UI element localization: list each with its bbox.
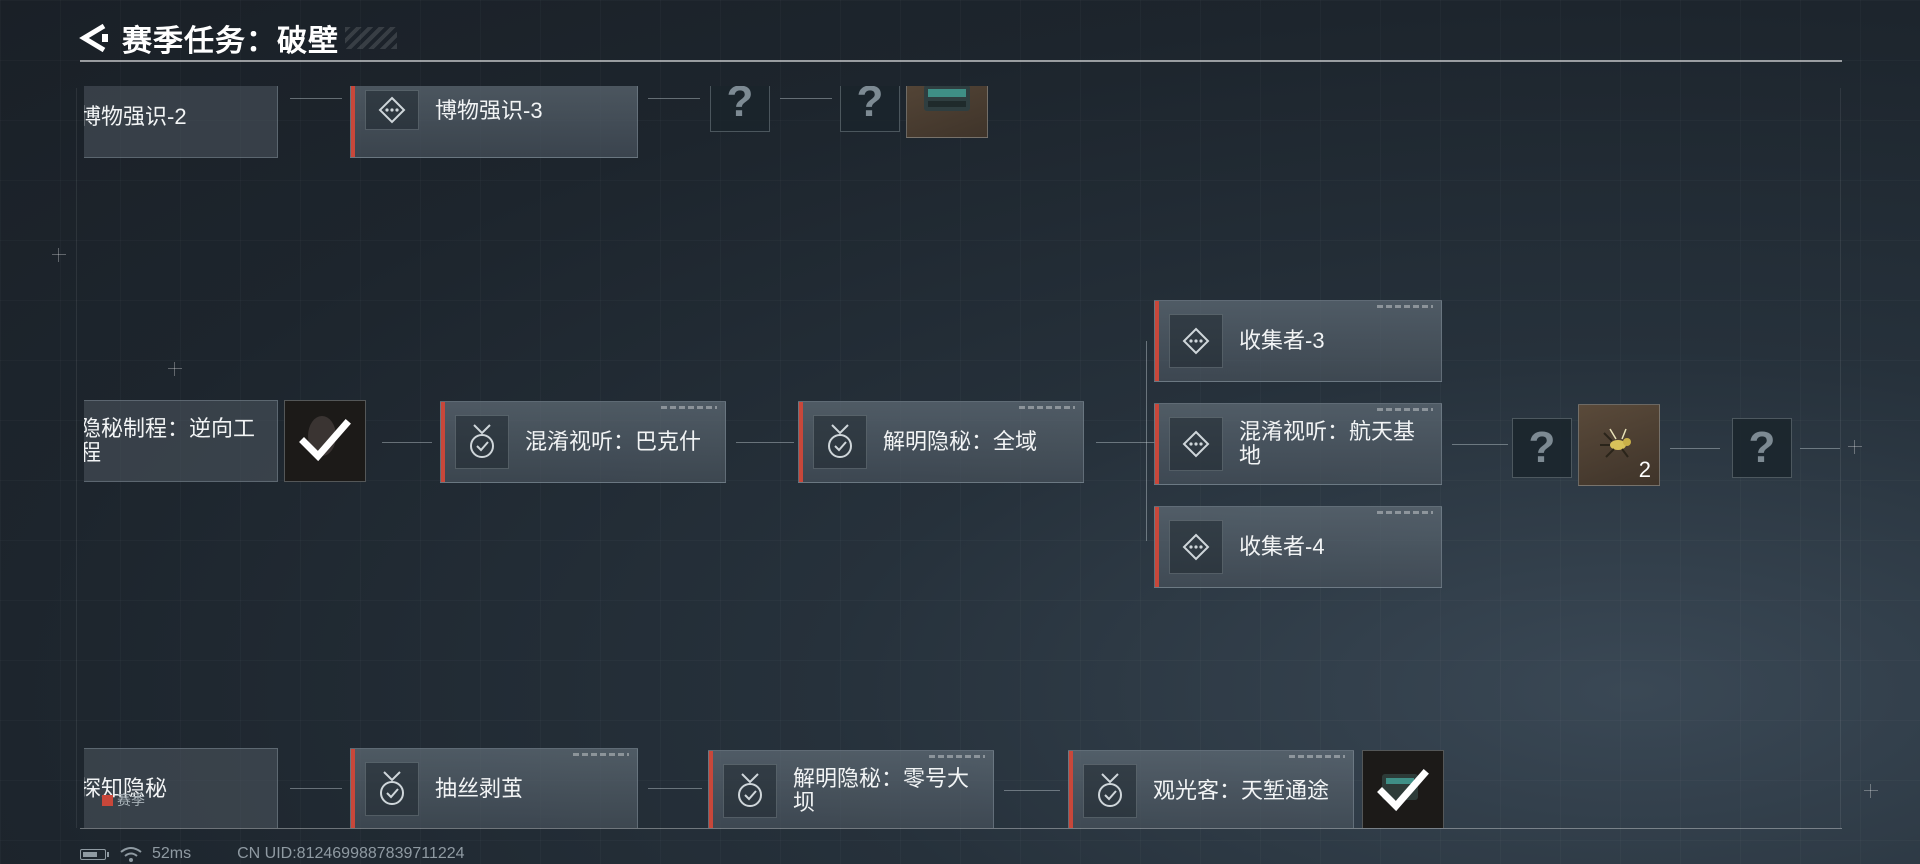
diamond-dots-icon — [1169, 417, 1223, 471]
crosshair-decoration — [52, 248, 66, 262]
quest-node-label: 混淆视听：航天基地 — [1239, 419, 1416, 468]
medal-check-icon — [1083, 764, 1137, 818]
insect-item-icon — [1600, 428, 1631, 458]
quest-node-confuse-bakshi[interactable]: 混淆视听：巴克什 — [440, 401, 726, 483]
quest-node-label: 收集者-4 — [1239, 534, 1325, 559]
crosshair-decoration — [1848, 440, 1862, 454]
question-mark-icon: ? — [726, 86, 754, 126]
season-marker-icon — [102, 794, 113, 806]
checkmark-icon — [299, 416, 351, 462]
season-tag: 赛季 — [102, 790, 145, 810]
status-bar: 52ms CN UID:8124699887839711224 — [80, 844, 465, 864]
crosshair-decoration — [1864, 784, 1878, 798]
locked-unknown-node[interactable]: ? — [710, 86, 770, 132]
quest-tree[interactable]: 博物强识-2 博物强识-3 ? ? 隐秘制程：逆向工程 混淆视听：巴克什 解明隐… — [84, 86, 1840, 828]
page-title: 赛季任务：破壁 — [122, 25, 339, 58]
reward-quantity: 2 — [1638, 457, 1651, 482]
diamond-dots-icon — [1169, 520, 1223, 574]
quest-node-confuse-spaceport[interactable]: 混淆视听：航天基地 — [1154, 403, 1442, 485]
locked-unknown-node[interactable]: ? — [1512, 418, 1572, 478]
quest-node-unravel[interactable]: 抽丝剥茧 — [350, 748, 638, 828]
diamond-dots-icon — [1169, 314, 1223, 368]
reward-item-insect[interactable]: 2 — [1578, 404, 1660, 486]
quest-node-label: 博物强识-2 — [84, 104, 187, 129]
quest-node-label: 解明隐秘：零号大坝 — [793, 766, 970, 815]
quest-node-label: 隐秘制程：逆向工程 — [84, 416, 256, 465]
quest-node-museum-2[interactable]: 博物强识-2 — [84, 86, 278, 158]
quest-node-explore-secrets[interactable]: 探知隐秘 — [84, 748, 278, 828]
connector-line — [1452, 444, 1508, 445]
locked-unknown-node[interactable]: ? — [840, 86, 900, 132]
frame-line — [1840, 88, 1841, 828]
season-tag-label: 赛季 — [117, 792, 145, 808]
connector-line — [780, 98, 832, 99]
connector-line — [648, 788, 702, 789]
wifi-icon — [120, 847, 142, 862]
quest-node-label: 博物强识-3 — [435, 98, 543, 123]
back-arrow-icon[interactable] — [78, 22, 110, 54]
quest-node-label: 抽丝剥茧 — [435, 776, 524, 801]
user-uid: CN UID:8124699887839711224 — [237, 845, 465, 862]
locked-unknown-node[interactable]: ? — [1732, 418, 1792, 478]
connector-line — [648, 98, 700, 99]
quest-node-label: 解明隐秘：全域 — [883, 429, 1038, 454]
reward-item-case[interactable] — [906, 86, 988, 138]
connector-line — [290, 98, 342, 99]
case-item-icon — [924, 86, 970, 111]
connector-line — [1096, 442, 1158, 443]
quest-node-reveal-global[interactable]: 解明隐秘：全域 — [798, 401, 1084, 483]
question-mark-icon: ? — [1528, 423, 1556, 472]
quest-node-museum-3[interactable]: 博物强识-3 — [350, 86, 638, 158]
medal-check-icon — [813, 415, 867, 469]
quest-node-label: 混淆视听：巴克什 — [525, 429, 702, 454]
connector-line — [736, 442, 794, 443]
connector-line — [290, 788, 342, 789]
connector-line — [1670, 448, 1720, 449]
connector-line — [382, 442, 432, 443]
connector-line — [1800, 448, 1840, 449]
quest-node-collector-3[interactable]: 收集者-3 — [1154, 300, 1442, 382]
quest-node-reveal-dam[interactable]: 解明隐秘：零号大坝 — [708, 750, 994, 828]
page-header: 赛季任务：破壁 — [78, 16, 397, 60]
ping-value: 52ms — [152, 845, 192, 862]
reward-claimed[interactable] — [1362, 750, 1444, 828]
quest-node-tourist-chasm[interactable]: 观光客：天堑通途 — [1068, 750, 1354, 828]
reward-claimed[interactable] — [284, 400, 366, 482]
question-mark-icon: ? — [856, 86, 884, 126]
medal-check-icon — [455, 415, 509, 469]
medal-check-icon — [365, 762, 419, 816]
quest-node-reverse-engineer[interactable]: 隐秘制程：逆向工程 — [84, 400, 278, 482]
footer-divider — [80, 828, 1842, 829]
medal-check-icon — [723, 764, 777, 818]
battery-icon — [80, 848, 109, 860]
question-mark-icon: ? — [1748, 423, 1776, 472]
branch-connector — [1146, 341, 1147, 541]
checkmark-icon — [1377, 769, 1429, 812]
quest-node-label: 收集者-3 — [1239, 328, 1325, 353]
frame-line — [76, 88, 77, 828]
title-decoration — [345, 27, 397, 49]
connector-line — [1004, 790, 1060, 791]
diamond-dots-icon — [365, 90, 419, 130]
header-divider — [80, 60, 1842, 62]
quest-node-collector-4[interactable]: 收集者-4 — [1154, 506, 1442, 588]
quest-node-label: 观光客：天堑通途 — [1153, 778, 1330, 803]
